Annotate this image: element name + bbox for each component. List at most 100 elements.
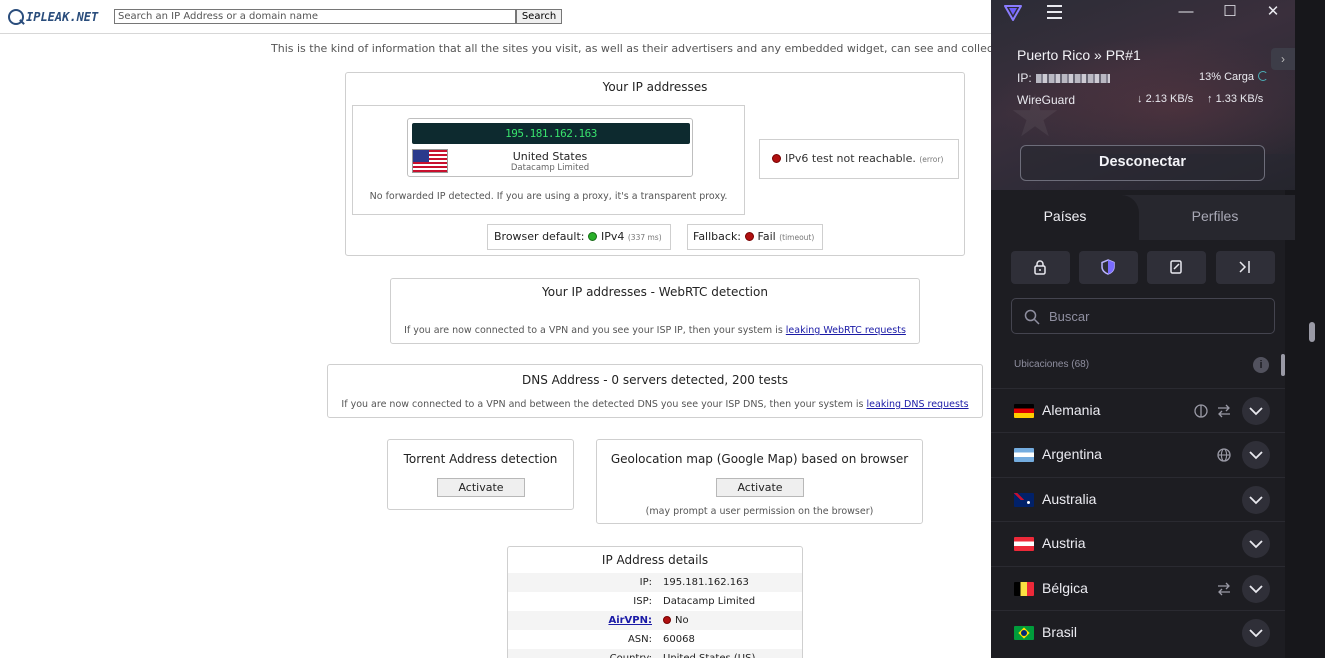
p2p-icon bbox=[1218, 404, 1230, 418]
country-row-australia[interactable]: Australia bbox=[991, 477, 1285, 521]
fallback-result: Fallback: Fail (timeout) bbox=[687, 224, 823, 250]
protocol: WireGuard bbox=[1017, 93, 1076, 107]
locations-count: Ubicaciones (68) bbox=[1014, 359, 1090, 370]
country-row-brazil[interactable]: Brasil bbox=[991, 610, 1285, 654]
country-row-austria[interactable]: Austria bbox=[991, 521, 1285, 565]
expand-chevron-button[interactable] bbox=[1242, 575, 1270, 603]
expand-chevron-button[interactable] bbox=[1242, 619, 1270, 647]
country-name: Australia bbox=[1042, 491, 1097, 507]
ipv6-result: IPv6 test not reachable. (error) bbox=[759, 139, 959, 179]
expand-chevron-button[interactable] bbox=[1242, 486, 1270, 514]
ipv6-text: IPv6 test not reachable. bbox=[785, 152, 916, 165]
tab-profiles[interactable]: Perfiles bbox=[1151, 195, 1279, 240]
vpn-tabs: Países Perfiles bbox=[991, 195, 1295, 240]
chevron-down-icon bbox=[1249, 407, 1263, 416]
load-ring-icon bbox=[1258, 71, 1269, 81]
detail-label: ISP: bbox=[633, 596, 652, 607]
streaming-filter-button[interactable] bbox=[1147, 251, 1206, 284]
geo-activate-button[interactable]: Activate bbox=[716, 478, 804, 497]
search-placeholder: Buscar bbox=[1049, 309, 1090, 324]
ip-isp: Datacamp Limited bbox=[510, 163, 590, 173]
info-icon[interactable]: i bbox=[1253, 357, 1269, 373]
country-name: Bélgica bbox=[1042, 580, 1088, 596]
dns-note-text: If you are now connected to a VPN and be… bbox=[341, 399, 864, 410]
country-name: Austria bbox=[1042, 535, 1086, 551]
australia-flag-icon bbox=[1014, 493, 1034, 507]
country-row-argentina[interactable]: Argentina bbox=[991, 432, 1285, 476]
search-button[interactable]: Search bbox=[516, 9, 562, 24]
connection-header: ★ — ☐ ✕ Puerto Rico » PR#1 › IP: 13% Car… bbox=[991, 0, 1295, 190]
country-name: Alemania bbox=[1042, 402, 1101, 418]
country-row-germany[interactable]: Alemania bbox=[991, 388, 1285, 432]
germany-flag-icon bbox=[1014, 404, 1034, 418]
dns-leak-link[interactable]: leaking DNS requests bbox=[867, 399, 969, 410]
ip-search-input[interactable] bbox=[114, 9, 516, 24]
magnifier-logo-icon bbox=[8, 9, 24, 25]
table-row: Country: United States (US) bbox=[508, 649, 802, 658]
arrow-to-bar-icon bbox=[1239, 261, 1250, 273]
expand-chevron-button[interactable] bbox=[1242, 397, 1270, 425]
download-speed: ↓ 2.13 KB/s bbox=[1137, 93, 1193, 105]
netshield-filter-button[interactable] bbox=[1079, 251, 1138, 284]
site-logo[interactable]: IPLEAK.NET bbox=[8, 8, 98, 26]
ip-panel-title: Your IP addresses bbox=[602, 80, 708, 94]
collapse-chevron-icon[interactable]: › bbox=[1271, 48, 1295, 70]
torrent-panel: Torrent Address detection Activate bbox=[387, 439, 574, 510]
country-row-belgium[interactable]: Bélgica bbox=[991, 566, 1285, 610]
country-search-input[interactable]: Buscar bbox=[1011, 298, 1275, 334]
table-row: ISP: Datacamp Limited bbox=[508, 592, 802, 611]
disconnect-button[interactable]: Desconectar bbox=[1020, 145, 1265, 181]
geolocation-panel: Geolocation map (Google Map) based on br… bbox=[596, 439, 923, 524]
list-scrollbar[interactable] bbox=[1281, 354, 1285, 376]
webrtc-panel: Your IP addresses - WebRTC detection If … bbox=[390, 278, 920, 344]
status-green-dot-icon bbox=[587, 232, 597, 241]
airvpn-link[interactable]: AirVPN: bbox=[508, 611, 652, 630]
fallback-value: Fail bbox=[757, 230, 776, 243]
masked-ip bbox=[1035, 74, 1110, 83]
secure-core-filter-button[interactable] bbox=[1011, 251, 1070, 284]
split-tunnel-filter-button[interactable] bbox=[1216, 251, 1275, 284]
fallback-label: Fallback: bbox=[693, 230, 742, 243]
hamburger-menu-icon[interactable] bbox=[1047, 5, 1063, 19]
browser-default-value: IPv4 bbox=[600, 230, 625, 243]
detail-value: 195.181.162.163 bbox=[663, 577, 749, 588]
expand-chevron-button[interactable] bbox=[1242, 441, 1270, 469]
chevron-down-icon bbox=[1249, 451, 1263, 460]
airvpn-value: No bbox=[675, 615, 689, 626]
intro-text: This is the kind of information that all… bbox=[271, 42, 991, 55]
browser-default-result: Browser default: IPv4 (337 ms) bbox=[487, 224, 671, 250]
country-name: Argentina bbox=[1042, 446, 1102, 462]
ip-addresses-panel: Your IP addresses 195.181.162.163 United… bbox=[345, 72, 965, 256]
tor-icon bbox=[1194, 404, 1208, 418]
vpn-app-window: ★ — ☐ ✕ Puerto Rico » PR#1 › IP: 13% Car… bbox=[991, 0, 1325, 658]
detail-value: Datacamp Limited bbox=[663, 596, 756, 607]
maximize-icon[interactable]: ☐ bbox=[1222, 4, 1238, 20]
details-table: IP: 195.181.162.163 ISP: Datacamp Limite… bbox=[508, 573, 802, 658]
webrtc-leak-link[interactable]: leaking WebRTC requests bbox=[786, 325, 906, 336]
chevron-down-icon bbox=[1249, 496, 1263, 505]
detail-value: No bbox=[663, 611, 689, 630]
detail-label: ASN: bbox=[627, 634, 652, 645]
tab-countries[interactable]: Países bbox=[991, 195, 1139, 240]
p2p-icon bbox=[1218, 582, 1230, 596]
search-icon bbox=[1024, 309, 1040, 325]
no-forward-note: No forwarded IP detected. If you are usi… bbox=[369, 191, 728, 202]
webrtc-note-text: If you are now connected to a VPN and yo… bbox=[404, 325, 783, 336]
torrent-activate-button[interactable]: Activate bbox=[437, 478, 525, 497]
table-row: ASN: 60068 bbox=[508, 630, 802, 649]
argentina-flag-icon bbox=[1014, 448, 1034, 462]
server-load: 13% Carga bbox=[1199, 71, 1269, 83]
browser-default-label: Browser default: bbox=[494, 230, 585, 243]
ip-label: IP: bbox=[1017, 71, 1032, 85]
dns-panel: DNS Address - 0 servers detected, 200 te… bbox=[327, 364, 983, 418]
load-text: 13% Carga bbox=[1199, 71, 1255, 83]
background-scrollbar[interactable] bbox=[1309, 322, 1315, 342]
minimize-icon[interactable]: — bbox=[1178, 4, 1194, 20]
details-title: IP Address details bbox=[601, 553, 709, 567]
status-red-dot-icon bbox=[772, 154, 781, 163]
chevron-down-icon bbox=[1249, 585, 1263, 594]
close-icon[interactable]: ✕ bbox=[1265, 4, 1281, 20]
expand-chevron-button[interactable] bbox=[1242, 530, 1270, 558]
detail-label: Country: bbox=[508, 649, 652, 658]
status-red-dot-icon bbox=[663, 616, 671, 624]
